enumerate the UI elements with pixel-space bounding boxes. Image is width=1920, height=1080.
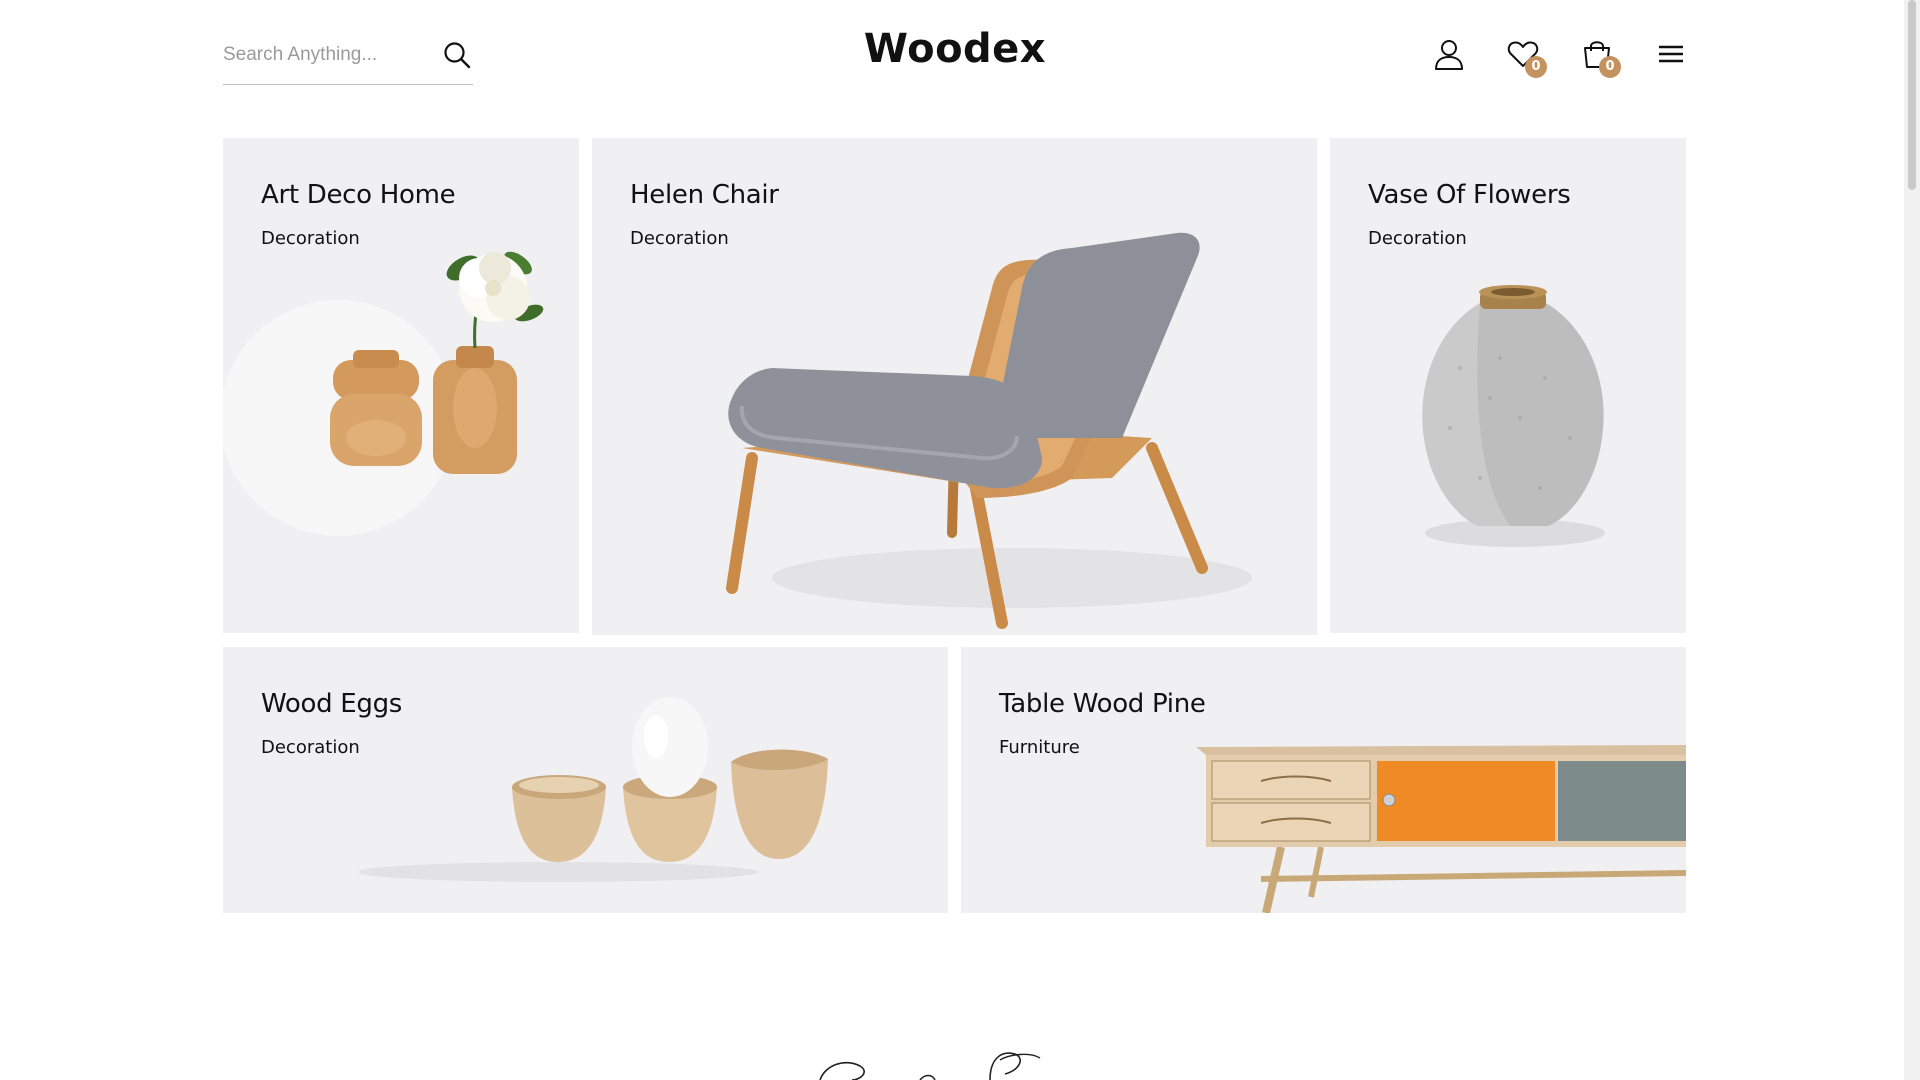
product-title[interactable]: Helen Chair bbox=[630, 180, 779, 210]
ceramic-vase-image bbox=[1422, 285, 1605, 547]
site-logo[interactable]: Woodex bbox=[820, 26, 1090, 72]
product-card-vase-of-flowers[interactable]: Vase Of Flowers Decoration bbox=[1330, 138, 1686, 633]
search-icon[interactable] bbox=[442, 40, 472, 70]
product-card-helen-chair[interactable]: Helen Chair Decoration bbox=[592, 138, 1317, 635]
product-card-art-deco-home[interactable]: Art Deco Home Decoration bbox=[223, 138, 579, 633]
cart-button[interactable]: 0 bbox=[1581, 38, 1621, 78]
page-scrollbar[interactable] bbox=[1904, 0, 1920, 1080]
product-title[interactable]: Wood Eggs bbox=[261, 689, 402, 719]
scrollbar-thumb[interactable] bbox=[1908, 0, 1916, 190]
hamburger-menu-icon[interactable] bbox=[1655, 38, 1687, 70]
product-category[interactable]: Decoration bbox=[630, 228, 729, 249]
product-title[interactable]: Art Deco Home bbox=[261, 180, 456, 210]
cart-count-badge: 0 bbox=[1599, 56, 1621, 78]
site-header: Woodex 0 0 bbox=[0, 0, 1904, 110]
product-card-table-wood-pine[interactable]: Table Wood Pine Furniture bbox=[961, 647, 1686, 913]
product-category[interactable]: Furniture bbox=[999, 737, 1080, 758]
wishlist-button[interactable]: 0 bbox=[1507, 38, 1547, 78]
product-card-wood-eggs[interactable]: Wood Eggs Decoration bbox=[223, 647, 948, 913]
product-category[interactable]: Decoration bbox=[261, 228, 360, 249]
sideboard-image bbox=[1196, 745, 1686, 913]
product-category[interactable]: Decoration bbox=[1368, 228, 1467, 249]
product-category[interactable]: Decoration bbox=[261, 737, 360, 758]
product-title[interactable]: Table Wood Pine bbox=[999, 689, 1206, 719]
wishlist-count-badge: 0 bbox=[1525, 56, 1547, 78]
search-input[interactable] bbox=[223, 40, 423, 70]
product-title[interactable]: Vase Of Flowers bbox=[1368, 180, 1571, 210]
user-icon[interactable] bbox=[1433, 38, 1465, 70]
wood-egg-cups-image bbox=[358, 697, 828, 882]
section-heading-script-decoration bbox=[800, 1040, 1120, 1080]
search-bar bbox=[223, 34, 473, 85]
art-deco-vases-image bbox=[223, 251, 544, 536]
helen-chair-image bbox=[726, 232, 1252, 629]
